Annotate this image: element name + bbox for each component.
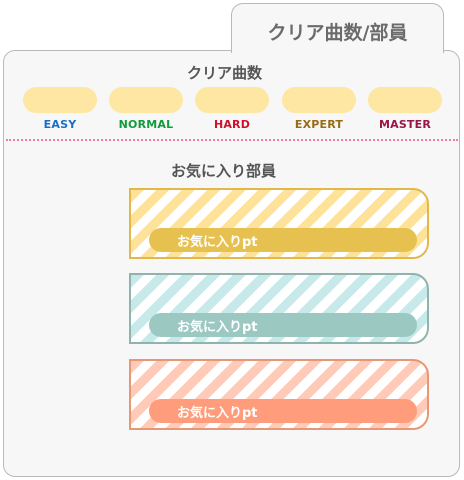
section-divider bbox=[6, 139, 458, 141]
tab-panel-join bbox=[232, 48, 443, 54]
clear-count-master bbox=[368, 87, 442, 113]
favorite-points-bar: お気に入りpt bbox=[149, 399, 417, 423]
favorite-points-label: お気に入りpt bbox=[177, 406, 258, 421]
difficulty-label-expert: EXPERT bbox=[294, 118, 344, 131]
favorite-points-label: お気に入りpt bbox=[177, 320, 258, 335]
favorite-member-card-1[interactable]: お気に入りpt bbox=[129, 188, 429, 259]
tab-clear-count-members[interactable]: クリア曲数/部員 bbox=[231, 3, 444, 53]
favorite-points-bar: お気に入りpt bbox=[149, 313, 417, 337]
difficulty-label-master: MASTER bbox=[378, 118, 432, 131]
favorite-points-bar: お気に入りpt bbox=[149, 228, 417, 252]
favorite-points-label: お気に入りpt bbox=[177, 235, 258, 250]
favorite-members-title: お気に入り部員 bbox=[171, 162, 277, 180]
favorite-member-card-2[interactable]: お気に入りpt bbox=[129, 273, 429, 344]
difficulty-label-hard: HARD bbox=[213, 118, 251, 131]
clear-count-normal bbox=[109, 87, 183, 113]
difficulty-label-normal: NORMAL bbox=[118, 118, 174, 131]
tab-title: クリア曲数/部員 bbox=[267, 22, 408, 44]
clear-count-title: クリア曲数 bbox=[187, 64, 263, 82]
clear-count-expert bbox=[282, 87, 356, 113]
favorite-member-card-3[interactable]: お気に入りpt bbox=[129, 359, 429, 430]
clear-count-easy bbox=[23, 87, 97, 113]
clear-count-hard bbox=[195, 87, 269, 113]
difficulty-label-easy: EASY bbox=[43, 118, 77, 131]
